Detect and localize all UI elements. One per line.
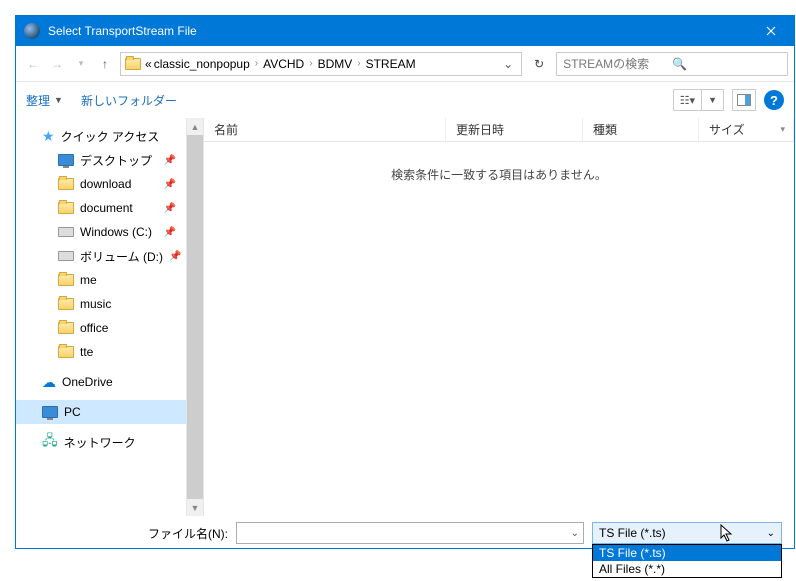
sidebar-item-office[interactable]: office [16, 316, 186, 340]
view-mode-button[interactable]: ☷▾ ▼ [673, 89, 724, 111]
sidebar-item-d-drive[interactable]: ボリューム (D:)📌 [16, 244, 186, 268]
filter-option[interactable]: TS File (*.ts) [593, 545, 781, 561]
folder-icon [58, 346, 74, 358]
chevron-down-icon: ⌄ [767, 528, 775, 539]
scrollbar-thumb[interactable] [187, 135, 203, 499]
sidebar-scrollbar[interactable]: ▲ ▼ [186, 118, 203, 516]
sidebar-item-network[interactable]: 🖧ネットワーク [16, 430, 186, 454]
chevron-down-icon[interactable]: ⌄ [571, 528, 579, 539]
up-button[interactable]: ↑ [94, 53, 116, 75]
app-icon [24, 23, 40, 39]
quick-access-root[interactable]: ★ クイック アクセス [16, 124, 186, 148]
pin-icon: 📌 [164, 227, 176, 238]
file-type-dropdown: TS File (*.ts) All Files (*.*) [592, 544, 782, 578]
star-icon: ★ [42, 128, 55, 145]
filter-option[interactable]: All Files (*.*) [593, 561, 781, 577]
folder-icon [58, 274, 74, 286]
filename-input[interactable]: ⌄ [236, 522, 584, 544]
filename-label: ファイル名(N): [28, 525, 228, 542]
breadcrumb-item[interactable]: STREAM [366, 57, 416, 71]
pin-icon: 📌 [164, 203, 176, 214]
column-size[interactable]: サイズ▾ [699, 118, 794, 141]
column-type[interactable]: 種類 [583, 118, 699, 141]
sort-indicator-icon: ▾ [780, 124, 785, 135]
chevron-down-icon[interactable]: ▼ [702, 90, 723, 110]
close-button[interactable] [748, 16, 794, 46]
toolbar: 整理 ▼ 新しいフォルダー ☷▾ ▼ ? [16, 82, 794, 118]
drive-icon [58, 251, 74, 261]
forward-button[interactable]: → [46, 53, 68, 75]
column-headers: 名前 更新日時 種類 サイズ▾ [204, 118, 794, 142]
window-title: Select TransportStream File [48, 24, 748, 38]
address-bar[interactable]: « classic_nonpopup› AVCHD› BDMV› STREAM … [120, 52, 522, 76]
refresh-button[interactable]: ↻ [526, 52, 552, 76]
breadcrumb-item[interactable]: BDMV [318, 57, 353, 71]
scroll-up-icon[interactable]: ▲ [187, 118, 203, 135]
titlebar: Select TransportStream File [16, 16, 794, 46]
chevron-down-icon: ▼ [54, 95, 63, 105]
sidebar-item-music[interactable]: music [16, 292, 186, 316]
search-input[interactable]: STREAMの検索 🔍 [556, 52, 788, 76]
folder-icon [58, 298, 74, 310]
search-icon: 🔍 [672, 57, 781, 71]
sidebar-item-desktop[interactable]: デスクトップ📌 [16, 148, 186, 172]
folder-icon [125, 58, 141, 70]
new-folder-button[interactable]: 新しいフォルダー [81, 92, 177, 109]
back-button[interactable]: ← [22, 53, 44, 75]
search-placeholder: STREAMの検索 [563, 55, 672, 72]
organize-menu[interactable]: 整理 ▼ [26, 92, 63, 109]
desktop-icon [58, 154, 74, 166]
network-icon: 🖧 [42, 430, 58, 454]
folder-icon [58, 178, 74, 190]
folder-icon [58, 202, 74, 214]
view-icon: ☷▾ [674, 90, 701, 110]
breadcrumb-item[interactable]: classic_nonpopup [154, 57, 250, 71]
pc-icon [42, 406, 58, 418]
dialog-footer: ファイル名(N): ⌄ TS File (*.ts) ⌄ TS File (*.… [16, 516, 794, 548]
help-button[interactable]: ? [764, 90, 784, 110]
column-name[interactable]: 名前 [204, 118, 446, 141]
navigation-bar: ← → ▾ ↑ « classic_nonpopup› AVCHD› BDMV›… [16, 46, 794, 82]
address-dropdown[interactable]: ⌄ [499, 57, 517, 71]
file-dialog-window: Select TransportStream File ← → ▾ ↑ « cl… [15, 15, 795, 549]
folder-icon [58, 322, 74, 334]
empty-message: 検索条件に一致する項目はありません。 [204, 142, 794, 516]
sidebar-item-c-drive[interactable]: Windows (C:)📌 [16, 220, 186, 244]
chevron-right-icon: › [354, 58, 363, 69]
drive-icon [58, 227, 74, 237]
sidebar: ★ クイック アクセス デスクトップ📌 download📌 document📌 … [16, 118, 204, 516]
sidebar-item-onedrive[interactable]: ☁OneDrive [16, 370, 186, 394]
breadcrumb-item[interactable]: AVCHD [263, 57, 304, 71]
pin-icon: 📌 [164, 155, 176, 166]
cloud-icon: ☁ [42, 374, 56, 391]
chevron-right-icon: › [306, 58, 315, 69]
column-date[interactable]: 更新日時 [446, 118, 583, 141]
scroll-down-icon[interactable]: ▼ [187, 499, 203, 516]
cursor-icon [720, 524, 736, 544]
sidebar-item-download[interactable]: download📌 [16, 172, 186, 196]
breadcrumb[interactable]: « classic_nonpopup› AVCHD› BDMV› STREAM [145, 57, 495, 71]
pin-icon: 📌 [169, 251, 181, 262]
sidebar-item-tte[interactable]: tte [16, 340, 186, 364]
file-list-pane: 名前 更新日時 種類 サイズ▾ 検索条件に一致する項目はありません。 [204, 118, 794, 516]
chevron-right-icon: › [252, 58, 261, 69]
nav-tree: ★ クイック アクセス デスクトップ📌 download📌 document📌 … [16, 118, 186, 516]
preview-pane-button[interactable] [732, 89, 756, 111]
file-type-filter[interactable]: TS File (*.ts) ⌄ [592, 522, 782, 544]
sidebar-item-me[interactable]: me [16, 268, 186, 292]
pin-icon: 📌 [164, 179, 176, 190]
recent-dropdown[interactable]: ▾ [70, 53, 92, 75]
sidebar-item-pc[interactable]: PC [16, 400, 186, 424]
sidebar-item-document[interactable]: document📌 [16, 196, 186, 220]
